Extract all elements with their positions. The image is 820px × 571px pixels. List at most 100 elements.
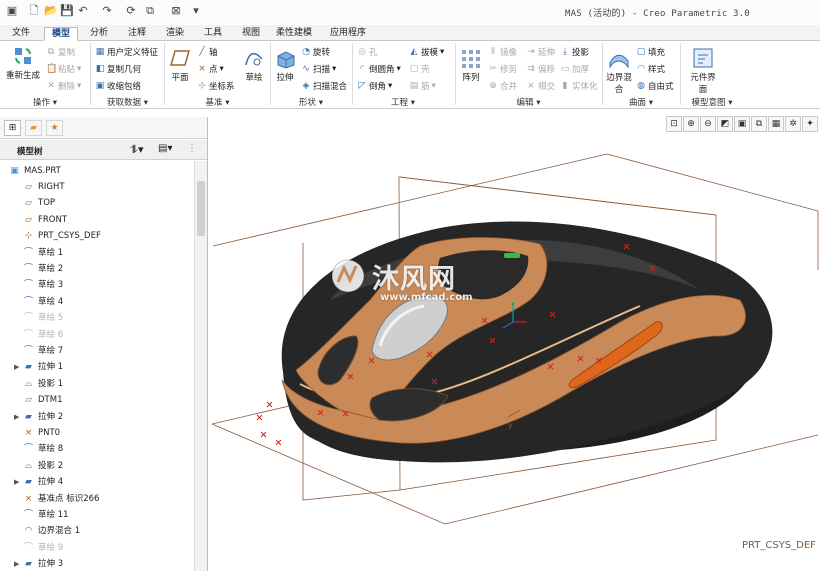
refit-icon[interactable]: ⊡ bbox=[666, 116, 682, 132]
datum-display-icon[interactable]: ✲ bbox=[785, 116, 801, 132]
tree-item[interactable]: × 基准点 标识266 bbox=[0, 491, 194, 507]
axis-button[interactable]: ╱ 轴 bbox=[197, 46, 217, 58]
customize-icon[interactable]: ▾ bbox=[190, 5, 202, 17]
tree-item[interactable]: ▶ ▰ 拉伸 1 bbox=[0, 359, 194, 375]
tree-columns-icon[interactable]: ⋮ bbox=[187, 143, 197, 154]
zoom-in-icon[interactable]: ⊕ bbox=[683, 116, 699, 132]
group-label-engineering[interactable]: 工程 ▾ bbox=[353, 96, 453, 108]
csys-button[interactable]: ⊹ 坐标系 bbox=[197, 80, 234, 92]
tree-item[interactable]: ⌒ 草绘 3 bbox=[0, 277, 194, 293]
new-icon[interactable]: 🗋 bbox=[28, 5, 40, 17]
zoom-out-icon[interactable]: ⊖ bbox=[700, 116, 716, 132]
swept-blend-button[interactable]: ◈ 扫描混合 bbox=[301, 80, 347, 92]
tab-file[interactable]: 文件 bbox=[4, 27, 38, 41]
mirror-button[interactable]: ⫴ 镜像 bbox=[488, 46, 517, 58]
favorites-tab[interactable]: ★ bbox=[46, 120, 63, 136]
group-label-shapes[interactable]: 形状 ▾ bbox=[271, 96, 351, 108]
tree-item[interactable]: ⌒ 草绘 1 bbox=[0, 245, 194, 261]
paste-button[interactable]: 📋 粘贴 ▾ bbox=[46, 63, 81, 75]
style-button[interactable]: ◠ 样式 bbox=[636, 63, 665, 75]
tree-item[interactable]: ▱ TOP bbox=[0, 195, 194, 211]
tree-item[interactable]: ⌓ 投影 1 bbox=[0, 376, 194, 392]
group-label-operations[interactable]: 操作 ▾ bbox=[0, 96, 90, 108]
fill-button[interactable]: ▢ 填充 bbox=[636, 46, 665, 58]
thicken-button[interactable]: ▭ 加厚 bbox=[560, 63, 589, 75]
regenerate-icon[interactable]: ⟳ bbox=[125, 5, 137, 17]
tree-item[interactable]: ⌒ 草绘 6 bbox=[0, 327, 194, 343]
group-label-model-intent[interactable]: 模型意图 ▾ bbox=[681, 96, 743, 108]
save-icon[interactable]: 💾 bbox=[60, 5, 74, 17]
tree-item[interactable]: ▱ RIGHT bbox=[0, 179, 194, 195]
tree-item[interactable]: ⊹ PRT_CSYS_DEF bbox=[0, 228, 194, 244]
sweep-button[interactable]: ∿ 扫描 ▾ bbox=[301, 63, 336, 75]
point-button[interactable]: × 点 ▾ bbox=[197, 63, 224, 75]
tree-item[interactable]: ▶ ▰ 拉伸 2 bbox=[0, 409, 194, 425]
open-icon[interactable]: 📂 bbox=[44, 5, 58, 17]
view-manager-icon[interactable]: ▦ bbox=[768, 116, 784, 132]
plane-button[interactable]: 平面 bbox=[168, 47, 192, 83]
tree-item[interactable]: ⌒ 草绘 9 bbox=[0, 540, 194, 556]
trim-button[interactable]: ✂ 修剪 bbox=[488, 63, 517, 75]
expand-icon[interactable]: ▶ bbox=[14, 359, 22, 375]
repaint-icon[interactable]: ◩ bbox=[717, 116, 733, 132]
sketch-button[interactable]: 草绘 bbox=[242, 47, 266, 83]
intersect-button[interactable]: ⨯ 相交 bbox=[526, 80, 555, 92]
tab-flexible-modeling[interactable]: 柔性建模 bbox=[270, 27, 318, 41]
graphics-viewport[interactable]: y PRT_CSYS_DEF bbox=[208, 135, 820, 571]
solidify-button[interactable]: ▮ 实体化 bbox=[560, 80, 598, 92]
tree-item[interactable]: ⌒ 草绘 11 bbox=[0, 507, 194, 523]
folder-browser-tab[interactable]: ▰ bbox=[25, 120, 42, 136]
tab-applications[interactable]: 应用程序 bbox=[324, 27, 372, 41]
shell-button[interactable]: ▢ 壳 bbox=[409, 63, 430, 75]
chamfer-button[interactable]: ◸ 倒角 ▾ bbox=[357, 80, 393, 92]
tree-item[interactable]: ⌒ 草绘 2 bbox=[0, 261, 194, 277]
tree-item[interactable]: ⌒ 草绘 5 bbox=[0, 310, 194, 326]
shrinkwrap-button[interactable]: ▣ 收缩包络 bbox=[95, 80, 141, 92]
tree-item[interactable]: ⌒ 草绘 4 bbox=[0, 294, 194, 310]
tree-item[interactable]: ▱ FRONT bbox=[0, 212, 194, 228]
rib-button[interactable]: ▤ 筋 ▾ bbox=[409, 80, 436, 92]
extend-button[interactable]: ⇥ 延伸 bbox=[526, 46, 555, 58]
model-tree-tab[interactable]: ⊞ bbox=[4, 120, 21, 136]
tree-scrollbar[interactable] bbox=[194, 161, 207, 571]
offset-button[interactable]: ⇉ 偏移 bbox=[526, 63, 555, 75]
pattern-button[interactable]: 阵列 bbox=[458, 47, 484, 83]
regenerate-button[interactable]: 重新生成 bbox=[6, 45, 40, 81]
tree-filter-icon[interactable]: ⥮▾ bbox=[130, 143, 144, 157]
tab-analysis[interactable]: 分析 bbox=[82, 27, 116, 41]
tree-item[interactable]: ⌒ 草绘 7 bbox=[0, 343, 194, 359]
tree-settings-icon[interactable]: ▤▾ bbox=[158, 143, 172, 154]
redo-icon[interactable]: ↷ bbox=[101, 5, 113, 17]
delete-button[interactable]: ✕ 删除 ▾ bbox=[46, 80, 81, 92]
tree-item[interactable]: ⌓ 投影 2 bbox=[0, 458, 194, 474]
revolve-button[interactable]: ◔ 旋转 bbox=[301, 46, 330, 58]
tree-root[interactable]: ▣ MAS.PRT bbox=[0, 163, 194, 179]
tree-item[interactable]: ▶ ▰ 拉伸 3 bbox=[0, 556, 194, 571]
group-label-editing[interactable]: 编辑 ▾ bbox=[456, 96, 601, 108]
group-label-surfaces[interactable]: 曲面 ▾ bbox=[603, 96, 679, 108]
hole-button[interactable]: ◎ 孔 bbox=[357, 46, 377, 58]
spin-center-icon[interactable]: ✦ bbox=[802, 116, 818, 132]
draft-button[interactable]: ◭ 拔模 ▾ bbox=[409, 46, 445, 58]
expand-icon[interactable]: ▶ bbox=[14, 474, 22, 490]
tree-item[interactable]: ▶ ▰ 拉伸 4 bbox=[0, 474, 194, 490]
tree-item[interactable]: × PNT0 bbox=[0, 425, 194, 441]
tree-item[interactable]: ⌒ 草绘 8 bbox=[0, 441, 194, 457]
close-window-icon[interactable]: ⊠ bbox=[170, 5, 182, 17]
boundary-blend-button[interactable]: 边界混合 bbox=[606, 47, 632, 95]
tab-tools[interactable]: 工具 bbox=[196, 27, 230, 41]
tab-view[interactable]: 视图 bbox=[234, 27, 268, 41]
group-label-get-data[interactable]: 获取数据 ▾ bbox=[91, 96, 164, 108]
tab-model[interactable]: 模型 bbox=[44, 27, 78, 41]
tab-annotate[interactable]: 注释 bbox=[120, 27, 154, 41]
extrude-button[interactable]: 拉伸 bbox=[273, 47, 297, 83]
windows-icon[interactable]: ⧉ bbox=[144, 5, 156, 17]
undo-icon[interactable]: ↶ bbox=[77, 5, 89, 17]
group-label-datum[interactable]: 基准 ▾ bbox=[165, 96, 270, 108]
tree-item[interactable]: ▱ DTM1 bbox=[0, 392, 194, 408]
expand-icon[interactable]: ▶ bbox=[14, 409, 22, 425]
udf-button[interactable]: ▦ 用户定义特征 bbox=[95, 46, 158, 58]
expand-icon[interactable]: ▶ bbox=[14, 556, 22, 571]
saved-orientations-icon[interactable]: ⧉ bbox=[751, 116, 767, 132]
round-button[interactable]: ◜ 倒圆角 ▾ bbox=[357, 63, 401, 75]
